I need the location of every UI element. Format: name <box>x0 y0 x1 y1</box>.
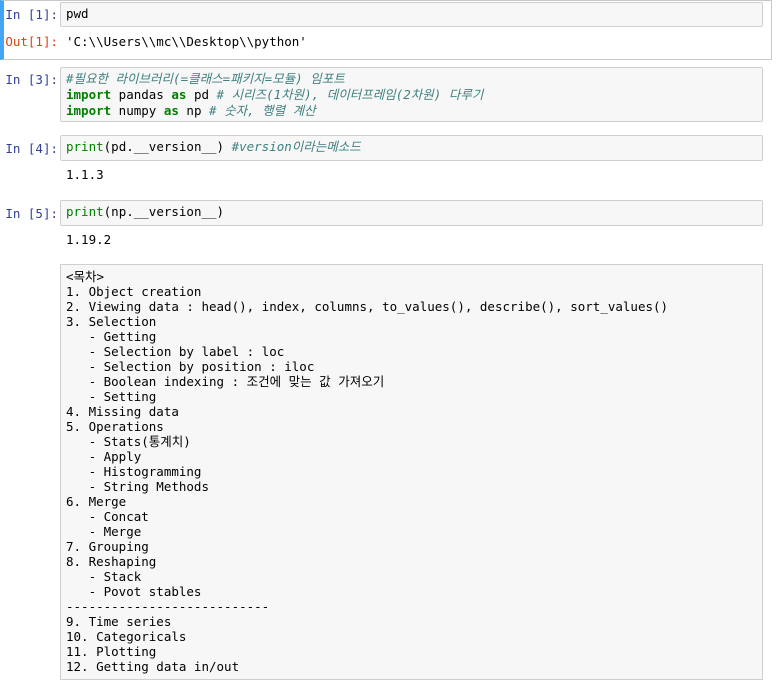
toc-line: --------------------------- <box>66 599 270 614</box>
cell-3-as-kw-2: as <box>163 103 179 118</box>
toc-line: - Stack <box>66 569 142 584</box>
cell-1-input[interactable]: pwd <box>60 2 763 27</box>
toc-line: - Merge <box>66 524 142 539</box>
cell-4-input[interactable]: print(pd.__version__) #version이라는메소드 <box>60 135 763 161</box>
toc-line: 6. Merge <box>66 494 127 509</box>
cell-4-print-fn: print <box>66 139 104 154</box>
toc-line: 9. Time series <box>66 614 172 629</box>
cell-5-in-prompt: In [5]: <box>5 206 58 221</box>
toc-line: - Boolean indexing : 조건에 맞는 값 가져오기 <box>66 374 385 389</box>
toc-line: 4. Missing data <box>66 404 179 419</box>
cell-3-pandas: pandas <box>111 87 172 102</box>
toc-line: 8. Reshaping <box>66 554 157 569</box>
toc-line: 3. Selection <box>66 314 157 329</box>
cell-5-output: 1.19.2 <box>66 232 112 247</box>
toc-raw-cell[interactable]: <목차> 1. Object creation 2. Viewing data : … <box>60 264 763 680</box>
toc-line: - Selection by position : iloc <box>66 359 315 374</box>
toc-line: - Setting <box>66 389 157 404</box>
toc-line: 2. Viewing data : head(), index, columns… <box>66 299 669 314</box>
toc-line: <목차> <box>66 269 105 284</box>
cell-1-out-prompt: Out[1]: <box>5 34 58 49</box>
toc-list: <목차> 1. Object creation 2. Viewing data : … <box>66 269 757 674</box>
toc-line: - Getting <box>66 329 157 344</box>
toc-line: - String Methods <box>66 479 209 494</box>
toc-line: 1. Object creation <box>66 284 202 299</box>
cell-3-line2-comment: # 시리즈(1차원), 데이터프레임(2차원) 다루기 <box>216 87 484 102</box>
toc-line: 12. Getting data in/out <box>66 659 240 674</box>
cell-4-output: 1.1.3 <box>66 167 104 182</box>
cell-3-line3-comment: # 숫자, 행렬 계산 <box>209 103 316 118</box>
toc-line: 10. Categoricals <box>66 629 187 644</box>
toc-line: - Apply <box>66 449 142 464</box>
cell-4-args: (pd.__version__) <box>103 139 232 154</box>
cell-5-input[interactable]: print(np.__version__) <box>60 200 763 226</box>
cell-3-import-kw-2: import <box>66 103 112 118</box>
toc-line: - Selection by label : loc <box>66 344 285 359</box>
cell-3-in-prompt: In [3]: <box>5 72 58 87</box>
toc-line: - Povot stables <box>66 584 202 599</box>
cell-1-output: 'C:\\Users\\mc\\Desktop\\python' <box>66 34 307 49</box>
toc-line: 5. Operations <box>66 419 164 434</box>
cell-1-code: pwd <box>66 6 89 21</box>
cell-3-np: np <box>178 103 210 118</box>
cell-3-line1-comment: #필요한 라이브러리(=클래스=패키지=모듈) 임포트 <box>66 71 345 86</box>
toc-line: 7. Grouping <box>66 539 149 554</box>
toc-line: - Histogramming <box>66 464 202 479</box>
toc-line: - Stats(통계치) <box>66 434 191 449</box>
cell-5-args: (np.__version__) <box>103 204 225 219</box>
cell-1-in-prompt: In [1]: <box>5 7 58 22</box>
toc-line: - Concat <box>66 509 149 524</box>
cell-3-as-kw: as <box>171 87 187 102</box>
cell-4-comment: #version이라는메소드 <box>231 139 361 154</box>
cell-3-pd: pd <box>186 87 217 102</box>
cell-3-input[interactable]: #필요한 라이브러리(=클래스=패키지=모듈) 임포트 import pandas… <box>60 67 763 122</box>
cell-3-numpy: numpy <box>111 103 164 118</box>
cell-3-import-kw: import <box>66 87 112 102</box>
toc-line: 11. Plotting <box>66 644 157 659</box>
cell-4-in-prompt: In [4]: <box>5 141 58 156</box>
cell-5-print-fn: print <box>66 204 104 219</box>
